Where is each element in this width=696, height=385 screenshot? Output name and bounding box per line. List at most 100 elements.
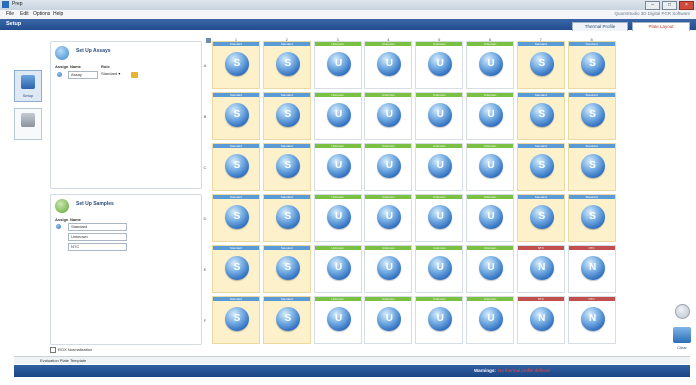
- plate-well[interactable]: Standard S: [212, 41, 260, 89]
- well-role-bar: Standard: [568, 144, 615, 148]
- plate-well[interactable]: Unknown U: [466, 143, 514, 191]
- plate-well[interactable]: Standard S: [262, 245, 311, 293]
- plate-well[interactable]: NTC N: [516, 245, 565, 293]
- sample-field-ntc[interactable]: NTC: [68, 243, 127, 251]
- plate-well[interactable]: Standard S: [262, 194, 311, 242]
- plate-well[interactable]: Standard S: [516, 92, 565, 140]
- well-role-bar: Unknown: [314, 297, 361, 301]
- plate-well[interactable]: Standard S: [212, 92, 260, 140]
- well-role-badge: U: [377, 52, 402, 76]
- plate-well[interactable]: Unknown U: [466, 296, 514, 344]
- plate-well[interactable]: Standard S: [567, 92, 616, 140]
- plate-well[interactable]: Standard S: [262, 296, 311, 344]
- plate-well[interactable]: Unknown U: [466, 41, 514, 89]
- plate-well[interactable]: Standard S: [516, 194, 565, 242]
- well-role-badge: S: [225, 307, 249, 331]
- sample-field-standard[interactable]: Standard: [68, 223, 127, 231]
- plate-row-label[interactable]: D: [202, 216, 208, 221]
- plate-well[interactable]: Unknown U: [364, 245, 413, 293]
- folder-icon[interactable]: [131, 72, 138, 78]
- plate-well[interactable]: Unknown U: [415, 143, 464, 191]
- plate-well[interactable]: Unknown U: [415, 92, 464, 140]
- sample-field-unknown[interactable]: Unknown: [68, 233, 127, 241]
- plate-well[interactable]: Unknown U: [415, 296, 464, 344]
- tab-thermal-profile[interactable]: Thermal Profile: [572, 22, 628, 31]
- plate-row-label[interactable]: C: [202, 165, 208, 170]
- plate-row-label[interactable]: A: [202, 63, 208, 68]
- maximize-button[interactable]: □: [662, 1, 677, 10]
- plate-well[interactable]: Standard S: [516, 41, 565, 89]
- plate-well[interactable]: Unknown U: [466, 245, 514, 293]
- plate-well[interactable]: Standard S: [262, 41, 311, 89]
- well-role-bar: Standard: [263, 195, 310, 199]
- well-role-badge: U: [479, 307, 503, 331]
- well-role-bar: Standard: [263, 246, 310, 250]
- nav-device-button[interactable]: [14, 108, 42, 140]
- well-role-badge: U: [377, 256, 402, 280]
- plate-row-label[interactable]: F: [202, 318, 208, 323]
- plate-row-label[interactable]: E: [202, 267, 208, 272]
- well-role-bar: Unknown: [416, 42, 463, 46]
- menu-file[interactable]: File: [6, 11, 14, 17]
- plate-well[interactable]: NTC N: [516, 296, 565, 344]
- close-button[interactable]: ×: [679, 1, 694, 10]
- plate-well[interactable]: Unknown U: [313, 245, 362, 293]
- plate-well[interactable]: Unknown U: [415, 41, 464, 89]
- plate-well[interactable]: Unknown U: [415, 245, 464, 293]
- plate-well[interactable]: Unknown U: [415, 194, 464, 242]
- expand-control[interactable]: [675, 304, 690, 319]
- plate-well[interactable]: Standard S: [567, 41, 616, 89]
- well-role-bar: Standard: [263, 42, 310, 46]
- well-role-bar: Standard: [213, 144, 259, 148]
- well-role-badge: U: [428, 154, 453, 178]
- tab-plate-layout[interactable]: Plate Layout: [632, 22, 690, 31]
- plate-well[interactable]: Unknown U: [364, 143, 413, 191]
- well-role-badge: U: [326, 154, 351, 178]
- plate-well[interactable]: Unknown U: [466, 194, 514, 242]
- nav-setup-button[interactable]: Setup: [14, 70, 42, 102]
- well-role-bar: Standard: [517, 144, 564, 148]
- plate-well[interactable]: Standard S: [567, 194, 616, 242]
- plate-well[interactable]: NTC N: [567, 245, 616, 293]
- plate-well[interactable]: Unknown U: [364, 41, 413, 89]
- plate-well[interactable]: Standard S: [262, 143, 311, 191]
- well-role-badge: S: [580, 154, 605, 178]
- plate-row-label[interactable]: B: [202, 114, 208, 119]
- plate-well[interactable]: Standard S: [262, 92, 311, 140]
- plate-well[interactable]: Unknown U: [313, 92, 362, 140]
- bottom-tab-evaluation[interactable]: Evaluation Plate Template: [40, 358, 86, 363]
- plate-select-all-icon[interactable]: [206, 38, 211, 43]
- menu-edit[interactable]: Edit: [20, 11, 29, 17]
- name-header: Name: [70, 64, 81, 69]
- menu-help[interactable]: Help: [53, 11, 63, 17]
- plate-well[interactable]: Unknown U: [364, 296, 413, 344]
- assay-role-value: Standard: [101, 71, 118, 76]
- sample-assign-radio[interactable]: [56, 224, 61, 229]
- plate-well[interactable]: Unknown U: [313, 143, 362, 191]
- well-role-bar: Unknown: [365, 297, 412, 301]
- plate-well[interactable]: Unknown U: [466, 92, 514, 140]
- assay-role-dropdown[interactable]: Standard ▾: [101, 71, 129, 77]
- plate-well[interactable]: Standard S: [212, 296, 260, 344]
- minimize-button[interactable]: –: [645, 1, 660, 10]
- plate-well[interactable]: Standard S: [212, 194, 260, 242]
- plate-well[interactable]: NTC N: [567, 296, 616, 344]
- plate-well[interactable]: Standard S: [212, 245, 260, 293]
- plate-well[interactable]: Standard S: [567, 143, 616, 191]
- assay-name-field[interactable]: Assay: [68, 71, 98, 79]
- plate-well[interactable]: Unknown U: [364, 92, 413, 140]
- rox-normalization[interactable]: ROX Normalization: [50, 347, 92, 353]
- plate-well[interactable]: Unknown U: [364, 194, 413, 242]
- menu-options[interactable]: Options: [33, 11, 50, 17]
- well-role-bar: NTC: [517, 246, 564, 250]
- plate-well[interactable]: Standard S: [212, 143, 260, 191]
- well-role-bar: Unknown: [314, 246, 361, 250]
- rox-checkbox[interactable]: [50, 347, 56, 353]
- assay-assign-radio[interactable]: [57, 72, 62, 77]
- plate-well[interactable]: Unknown U: [313, 41, 362, 89]
- window-title: Prep: [12, 1, 23, 7]
- clear-button[interactable]: [673, 327, 691, 343]
- plate-well[interactable]: Unknown U: [313, 194, 362, 242]
- plate-well[interactable]: Unknown U: [313, 296, 362, 344]
- plate-well[interactable]: Standard S: [516, 143, 565, 191]
